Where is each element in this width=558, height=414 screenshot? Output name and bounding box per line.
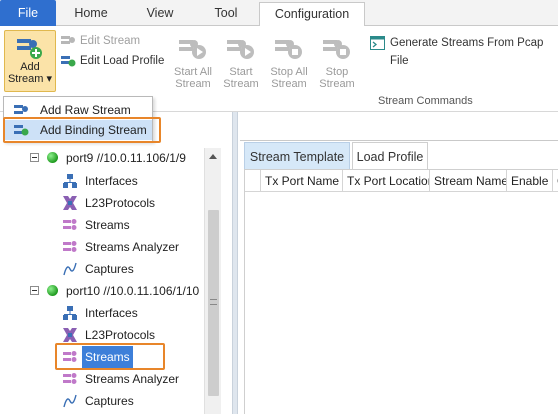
panel-splitter[interactable] — [232, 112, 238, 414]
add-stream-icon — [17, 39, 42, 59]
tree-scrollbar[interactable] — [204, 148, 221, 414]
terminal-icon — [370, 36, 385, 50]
tree-item-label: Captures — [85, 262, 134, 276]
add-stream-label-2: Stream ▾ — [7, 73, 53, 85]
scroll-up-icon[interactable] — [209, 154, 217, 159]
stream-commands-group-label: Stream Commands — [378, 95, 473, 107]
start-stream-icon — [227, 40, 254, 59]
interfaces-icon — [63, 174, 77, 188]
stream-panel: Stream Template Load Profile Tx Port Nam… — [240, 140, 558, 414]
captures-icon — [63, 262, 77, 276]
start-line2: Stream — [223, 78, 259, 90]
column-header-tx-port-location[interactable]: Tx Port Location — [342, 170, 429, 192]
start-all-line1: Start All — [174, 66, 212, 78]
streams-analyzer-icon — [63, 241, 77, 252]
collapse-icon[interactable] — [30, 153, 39, 162]
stream-grid: Tx Port Name Tx Port Location Stream Nam… — [244, 169, 558, 414]
protocols-icon — [63, 196, 77, 210]
stop-stream-button[interactable]: Stop Stream — [314, 34, 360, 90]
edit-load-profile-icon — [61, 56, 76, 67]
column-header-tx-port-name[interactable]: Tx Port Name — [260, 170, 342, 192]
start-line1: Start — [229, 66, 253, 78]
collapse-icon[interactable] — [30, 286, 39, 295]
port-label: port10 //10.0.11.106/1/10 — [66, 284, 200, 298]
status-ok-icon — [47, 152, 58, 163]
grid-header-row: Tx Port Name Tx Port Location Stream Nam… — [245, 170, 558, 192]
tree-item-label: Streams — [82, 346, 133, 368]
status-ok-icon — [47, 285, 58, 296]
tree-item-label: Streams Analyzer — [85, 372, 180, 386]
column-header-c[interactable]: C — [552, 170, 558, 192]
tree-item-label: L23Protocols — [85, 328, 156, 342]
column-header-stream-name[interactable]: Stream Name — [429, 170, 506, 192]
start-stream-button[interactable]: Start Stream — [218, 34, 264, 90]
edit-stream-label: Edit Stream — [80, 35, 141, 47]
tree-item-label: Interfaces — [85, 306, 138, 320]
tab-stream-template[interactable]: Stream Template — [244, 142, 350, 170]
stop-stream-icon — [323, 40, 350, 59]
edit-stream-button[interactable]: Edit Stream — [60, 32, 140, 50]
add-stream-button[interactable]: Add Stream ▾ — [4, 30, 56, 92]
menu-item-label: Add Raw Stream — [40, 103, 131, 117]
tree-item-label: L23Protocols — [85, 196, 156, 210]
tab-tool[interactable]: Tool — [198, 0, 254, 26]
edit-load-profile-label: Edit Load Profile — [80, 55, 165, 67]
tab-configuration[interactable]: Configuration — [259, 2, 365, 27]
column-header-enable[interactable]: Enable — [506, 170, 552, 192]
stop-all-stream-icon — [275, 40, 302, 59]
add-stream-label-1: Add — [20, 61, 40, 73]
streams-icon — [63, 219, 77, 230]
captures-icon — [63, 394, 77, 408]
ribbon-tab-bar: File Home View Tool Configuration — [0, 0, 558, 27]
menu-item-label: Add Binding Stream — [40, 123, 147, 137]
menu-item-add-raw-stream[interactable]: Add Raw Stream — [4, 100, 152, 120]
generate-from-pcap-label: Generate Streams From Pcap File — [390, 37, 544, 67]
stop-all-line1: Stop All — [270, 66, 308, 78]
streams-icon — [63, 351, 77, 362]
port-tree: port9 //10.0.11.106/1/9 Interfaces L23Pr… — [0, 142, 228, 414]
stop-line2: Stream — [319, 78, 355, 90]
menu-item-add-binding-stream[interactable]: Add Binding Stream — [4, 120, 152, 140]
tree-item-label: Streams — [85, 218, 130, 232]
raw-stream-icon — [14, 105, 28, 114]
tab-view[interactable]: View — [132, 0, 188, 26]
edit-load-profile-button[interactable]: Edit Load Profile — [60, 52, 164, 70]
start-all-stream-icon — [179, 40, 206, 59]
interfaces-icon — [63, 306, 77, 320]
binding-stream-icon — [14, 125, 29, 136]
tab-file[interactable]: File — [0, 0, 56, 26]
stop-line1: Stop — [325, 66, 349, 78]
protocols-icon — [63, 328, 77, 342]
edit-stream-icon — [61, 36, 75, 44]
stop-all-line2: Stream — [271, 78, 307, 90]
tree-item-label: Interfaces — [85, 174, 138, 188]
generate-from-pcap-button[interactable]: Generate Streams From Pcap File — [370, 34, 558, 67]
start-all-line2: Stream — [175, 78, 211, 90]
tree-item-label: Captures — [85, 394, 134, 408]
tree-item-label: Streams Analyzer — [85, 240, 180, 254]
add-stream-dropdown: Add Raw Stream Add Binding Stream — [3, 96, 153, 142]
tab-load-profile[interactable]: Load Profile — [352, 142, 428, 170]
start-all-stream-button[interactable]: Start All Stream — [170, 34, 216, 90]
port-label: port9 //10.0.11.106/1/9 — [66, 151, 186, 165]
tab-home[interactable]: Home — [62, 0, 120, 26]
scroll-grip-icon — [210, 299, 217, 305]
streams-analyzer-icon — [63, 373, 77, 384]
stop-all-stream-button[interactable]: Stop All Stream — [266, 34, 312, 90]
